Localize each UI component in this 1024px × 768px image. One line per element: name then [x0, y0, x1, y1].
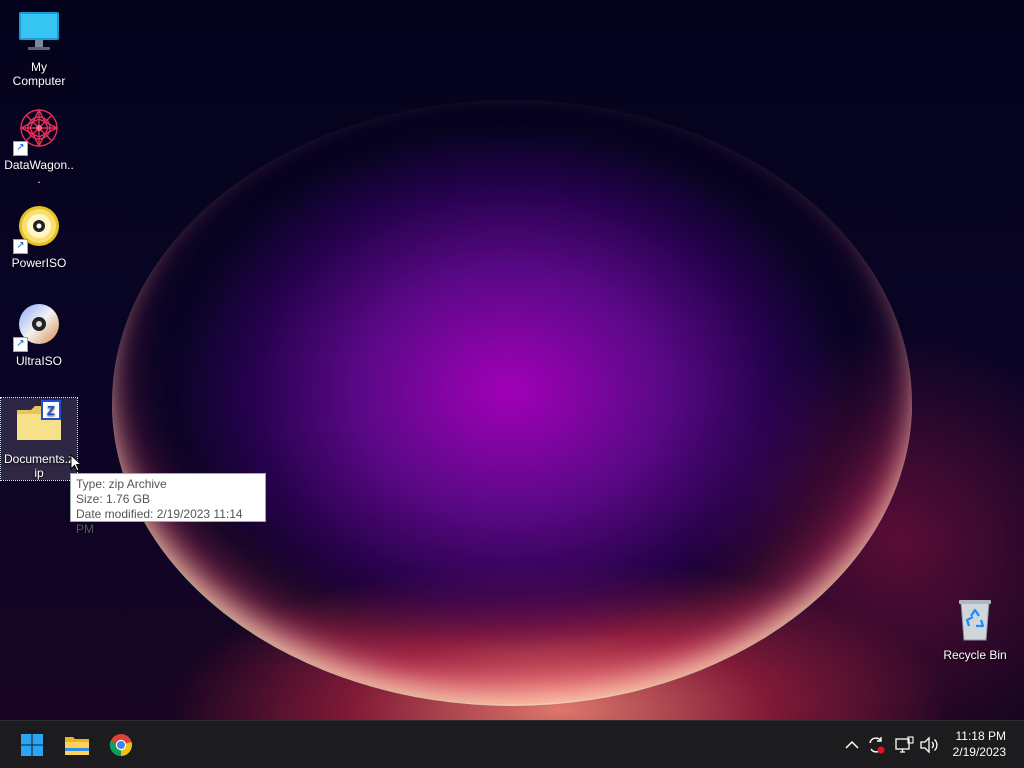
monitor-icon [15, 8, 63, 56]
shortcut-arrow-icon: ↗ [13, 141, 28, 156]
tooltip-size: Size: 1.76 GB [76, 492, 151, 506]
volume-button[interactable] [917, 721, 941, 768]
desktop-icon-documents-zip[interactable]: Z Documents.zip [0, 397, 78, 481]
volume-icon [920, 736, 938, 754]
taskbar-file-explorer[interactable] [60, 728, 94, 762]
datawagon-icon: ↗ [13, 106, 63, 156]
wallpaper-orb [112, 100, 912, 706]
clock-time: 11:18 PM [955, 729, 1006, 743]
desktop-icon-recycle-bin[interactable]: Recycle Bin [937, 596, 1013, 662]
network-button[interactable] [892, 721, 916, 768]
show-hidden-icons-button[interactable] [842, 721, 862, 768]
start-button[interactable] [15, 728, 49, 762]
clock-date: 2/19/2023 [952, 745, 1006, 759]
desktop-icon-label: Recycle Bin [943, 648, 1007, 662]
tooltip-type: Type: zip Archive [76, 477, 167, 491]
chrome-icon [109, 734, 132, 757]
taskbar-clock[interactable]: 11:18 PM 2/19/2023 [953, 728, 1006, 760]
zip-folder-icon: Z [15, 400, 63, 448]
file-explorer-icon [65, 737, 89, 755]
mouse-pointer-icon [70, 454, 82, 472]
sync-status-button[interactable] [864, 721, 888, 768]
taskbar: 11:18 PM 2/19/2023 [0, 720, 1024, 768]
sync-error-icon [869, 737, 885, 754]
desktop-icon-label: My Computer [12, 60, 66, 88]
shortcut-arrow-icon: ↗ [13, 337, 28, 352]
windows-start-icon [21, 734, 43, 756]
poweriso-disc-icon: ↗ [13, 204, 63, 254]
desktop-icon-ultraiso[interactable]: ↗ UltraISO [1, 302, 77, 368]
desktop[interactable]: My Computer ↗ DataWagon... ↗ PowerISO ↗ … [0, 0, 1024, 720]
chevron-up-icon [845, 740, 859, 749]
svg-text:Z: Z [47, 403, 55, 418]
recycle-bin-icon [951, 596, 999, 644]
ultraiso-disc-icon: ↗ [13, 302, 63, 352]
desktop-icon-label: DataWagon... [4, 158, 74, 186]
shortcut-arrow-icon: ↗ [13, 239, 28, 254]
desktop-icon-label: UltraISO [15, 354, 62, 368]
taskbar-chrome[interactable] [104, 728, 138, 762]
tooltip-date-modified: Date modified: 2/19/2023 11:14 PM [76, 507, 243, 536]
desktop-icon-my-computer[interactable]: My Computer [1, 8, 77, 88]
desktop-icon-label: Documents.zip [3, 452, 75, 480]
desktop-icon-datawagon[interactable]: ↗ DataWagon... [1, 106, 77, 186]
desktop-icon-label: PowerISO [11, 256, 67, 270]
file-info-tooltip: Type: zip Archive Size: 1.76 GB Date mod… [70, 473, 266, 536]
network-icon [895, 736, 914, 753]
desktop-icon-poweriso[interactable]: ↗ PowerISO [1, 204, 77, 270]
